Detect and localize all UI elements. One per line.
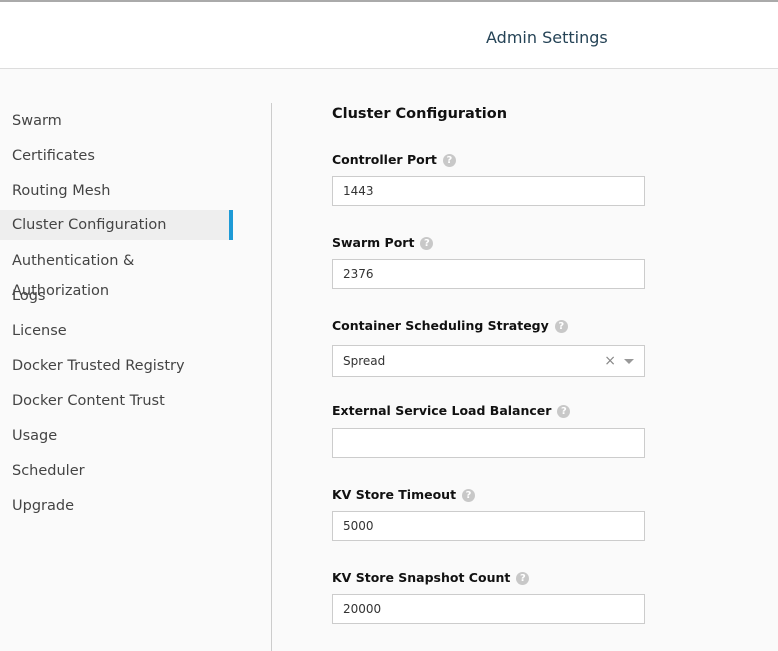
selected-value: Spread	[343, 354, 386, 368]
sidebar-nav: Swarm Certificates Routing Mesh Cluster …	[0, 103, 272, 651]
sidebar-item-cluster-configuration[interactable]: Cluster Configuration	[0, 210, 233, 240]
sidebar-item-certificates[interactable]: Certificates	[0, 141, 233, 171]
sidebar-item-routing-mesh[interactable]: Routing Mesh	[0, 176, 233, 206]
sidebar-item-docker-content-trust[interactable]: Docker Content Trust	[0, 386, 233, 416]
sidebar-item-logs[interactable]: Logs	[0, 281, 233, 311]
swarm-port-input[interactable]: 2376	[332, 259, 645, 289]
sidebar-item-authentication[interactable]: Authentication & Authorization	[0, 246, 233, 299]
chevron-down-icon[interactable]	[624, 359, 634, 364]
label-text: Container Scheduling Strategy	[332, 318, 549, 333]
scheduling-strategy-select[interactable]: Spread ×	[332, 345, 645, 377]
help-icon[interactable]: ?	[462, 489, 476, 502]
swarm-port-label: Swarm Port?	[332, 235, 434, 250]
sidebar-item-upgrade[interactable]: Upgrade	[0, 491, 233, 521]
help-icon[interactable]: ?	[420, 237, 434, 250]
label-text: Swarm Port	[332, 235, 415, 250]
help-icon[interactable]: ?	[554, 320, 568, 333]
sidebar-item-swarm[interactable]: Swarm	[0, 106, 233, 136]
load-balancer-label: External Service Load Balancer?	[332, 403, 571, 418]
header: Admin Settings	[0, 0, 778, 69]
kv-timeout-label: KV Store Timeout?	[332, 487, 476, 502]
help-icon[interactable]: ?	[442, 154, 456, 167]
sidebar-item-usage[interactable]: Usage	[0, 421, 233, 451]
sidebar-item-license[interactable]: License	[0, 316, 233, 346]
controller-port-input[interactable]: 1443	[332, 176, 645, 206]
scheduling-strategy-label: Container Scheduling Strategy?	[332, 318, 568, 333]
label-text: External Service Load Balancer	[332, 403, 552, 418]
sidebar-item-docker-trusted-registry[interactable]: Docker Trusted Registry	[0, 351, 233, 381]
controller-port-label: Controller Port?	[332, 152, 456, 167]
kv-snapshot-count-input[interactable]: 20000	[332, 594, 645, 624]
kv-timeout-input[interactable]: 5000	[332, 511, 645, 541]
page-title: Admin Settings	[486, 28, 608, 47]
label-text: Controller Port	[332, 152, 437, 167]
load-balancer-input[interactable]	[332, 428, 645, 458]
label-text: KV Store Snapshot Count	[332, 570, 511, 585]
sidebar-item-scheduler[interactable]: Scheduler	[0, 456, 233, 486]
label-text: KV Store Timeout	[332, 487, 457, 502]
kv-snapshot-count-label: KV Store Snapshot Count?	[332, 570, 530, 585]
help-icon[interactable]: ?	[516, 572, 530, 585]
section-title: Cluster Configuration	[332, 106, 508, 122]
help-icon[interactable]: ?	[557, 405, 571, 418]
clear-icon[interactable]: ×	[604, 346, 616, 376]
